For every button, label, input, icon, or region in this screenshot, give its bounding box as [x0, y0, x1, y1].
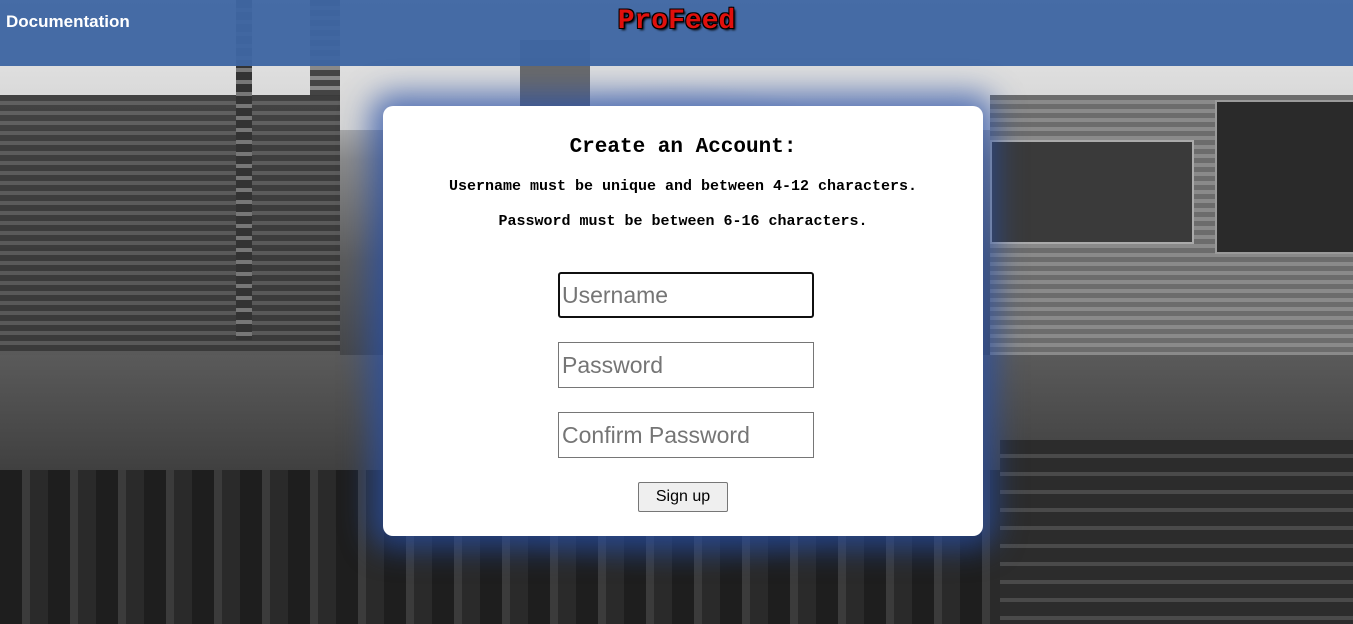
sign-up-button[interactable]: Sign up: [638, 482, 728, 512]
seats-right: [1000, 440, 1353, 624]
documentation-link[interactable]: Documentation: [6, 12, 130, 32]
username-input[interactable]: [558, 272, 814, 318]
create-account-card: Create an Account: Username must be uniq…: [383, 106, 983, 536]
brand-title-wrapper: ProFeed: [0, 6, 1353, 37]
stadium-video-board: [990, 140, 1194, 244]
form-title: Create an Account:: [569, 136, 797, 159]
stadium-scoreboard: [1215, 100, 1353, 254]
brand-title[interactable]: ProFeed: [618, 6, 736, 37]
password-input[interactable]: [558, 342, 814, 388]
top-header-bar: Documentation ProFeed: [0, 0, 1353, 66]
username-rule-text: Username must be unique and between 4-12…: [448, 178, 918, 195]
password-rule-text: Password must be between 6-16 characters…: [498, 213, 868, 230]
left-stands: [0, 95, 340, 365]
confirm-password-input[interactable]: [558, 412, 814, 458]
